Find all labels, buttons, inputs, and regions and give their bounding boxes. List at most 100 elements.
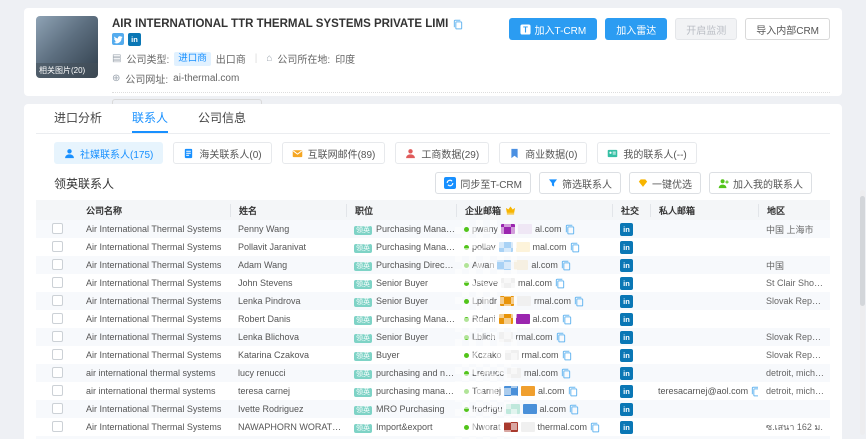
section-action-1[interactable]: 筛选联系人	[539, 172, 621, 194]
header-action-0[interactable]: T加入T-CRM	[509, 18, 598, 40]
company-thumbnail[interactable]: 相关图片(20)	[36, 16, 98, 78]
filter-label: 工商数据(29)	[421, 146, 479, 161]
scrollbar-thumb[interactable]	[860, 196, 865, 306]
linkedin-icon[interactable]: in	[620, 367, 633, 380]
position-cell: 领英Purchasing Director, China	[346, 260, 456, 271]
linkedin-icon[interactable]: in	[620, 403, 633, 416]
header-label: 职位	[355, 204, 373, 217]
email-suffix: al.com	[535, 224, 562, 234]
contacts-card: 进口分析 联系人 公司信息 社媒联系人(175) 海关联系人(0) 互联网邮件(89) 工…	[24, 104, 842, 439]
importer-badge: 进口商	[174, 52, 211, 66]
twitter-icon	[112, 33, 124, 45]
linkedin-icon[interactable]: in	[128, 33, 141, 46]
online-dot	[464, 335, 469, 340]
copy-icon[interactable]	[590, 422, 600, 433]
copy-icon[interactable]	[568, 386, 578, 397]
copy-icon	[569, 404, 579, 415]
linkedin-icon[interactable]: in	[620, 259, 633, 272]
copy-icon	[570, 242, 580, 253]
online-dot	[464, 407, 469, 412]
contact-filter-2[interactable]: 互联网邮件(89)	[282, 142, 386, 164]
copy-icon[interactable]	[453, 19, 463, 30]
linkedin-tag: 领英	[354, 424, 372, 433]
section-action-2[interactable]: 一键优选	[629, 172, 701, 194]
row-checkbox[interactable]	[52, 277, 63, 288]
column-header-5: 私人邮箱	[650, 204, 758, 217]
contact-filter-0[interactable]: 社媒联系人(175)	[54, 142, 163, 164]
linkedin-icon[interactable]: in	[620, 277, 633, 290]
row-checkbox[interactable]	[52, 367, 63, 378]
email-cell: Nworatthermal.com	[456, 422, 612, 433]
row-checkbox[interactable]	[52, 349, 63, 360]
row-checkbox[interactable]	[52, 421, 63, 432]
linkedin-tag: 领英	[354, 244, 372, 253]
copy-icon[interactable]	[561, 260, 571, 271]
linkedin-icon[interactable]: in	[620, 331, 633, 344]
table-row: Air International Thermal SystemsKatarin…	[36, 346, 830, 364]
email-mask	[499, 332, 513, 342]
copy-icon[interactable]	[562, 314, 572, 325]
tab-1[interactable]: 联系人	[132, 104, 168, 133]
private-email-cell: teresacarnej@aol.com	[650, 386, 758, 397]
header-action-3[interactable]: 导入内部CRM	[745, 18, 830, 40]
copy-icon[interactable]	[751, 386, 758, 397]
contact-card-icon	[607, 148, 618, 159]
position-cell: 领英purchasing manager	[346, 386, 456, 397]
checkbox-cell	[36, 349, 78, 362]
company-cell: Air International Thermal Systems	[78, 260, 230, 270]
copy-icon[interactable]	[556, 332, 566, 343]
copy-icon[interactable]	[574, 296, 584, 307]
linkedin-icon[interactable]: in	[620, 385, 633, 398]
email-mask	[505, 350, 519, 360]
copy-icon[interactable]	[562, 350, 572, 361]
linkedin-icon[interactable]: in	[620, 241, 633, 254]
contact-filter-1[interactable]: 海关联系人(0)	[173, 142, 271, 164]
row-checkbox[interactable]	[52, 295, 63, 306]
copy-icon[interactable]	[570, 242, 580, 253]
linkedin-icon[interactable]: in	[620, 295, 633, 308]
email-prefix: Lblich	[472, 332, 496, 342]
filter-label: 互联网邮件(89)	[308, 146, 376, 161]
linkedin-tag: 领英	[354, 406, 372, 415]
section-action-3[interactable]: 加入我的联系人	[709, 172, 812, 194]
linkedin-icon[interactable]: in	[620, 223, 633, 236]
linkedin-icon[interactable]: in	[620, 421, 633, 434]
row-checkbox[interactable]	[52, 403, 63, 414]
company-cell: Air International Thermal Systems	[78, 278, 230, 288]
contact-filter-3[interactable]: 工商数据(29)	[395, 142, 489, 164]
copy-icon[interactable]	[561, 368, 571, 379]
row-checkbox[interactable]	[52, 331, 63, 342]
checkbox-cell	[36, 367, 78, 380]
section-action-0[interactable]: 同步至T-CRM	[435, 172, 531, 194]
position-cell: 领英Import&export	[346, 422, 456, 433]
header-action-1[interactable]: 加入雷达	[605, 18, 667, 40]
email-mask	[504, 422, 518, 432]
header-action-2[interactable]: 开启监测	[675, 18, 737, 40]
company-cell: Air International Thermal Systems	[78, 224, 230, 234]
copy-icon[interactable]	[555, 278, 565, 289]
row-checkbox[interactable]	[52, 385, 63, 396]
online-dot	[464, 425, 469, 430]
position-cell: 领英Buyer	[346, 350, 456, 361]
linkedin-tag: 领英	[354, 388, 372, 397]
row-checkbox[interactable]	[52, 241, 63, 252]
copy-icon[interactable]	[569, 404, 579, 415]
linkedin-icon[interactable]: in	[620, 313, 633, 326]
social-cell: in	[612, 403, 650, 416]
email-cell: Rdanial.com	[456, 314, 612, 325]
tcrm-icon: T	[520, 24, 531, 35]
row-checkbox[interactable]	[52, 259, 63, 270]
tab-2[interactable]: 公司信息	[198, 104, 246, 133]
row-checkbox[interactable]	[52, 223, 63, 234]
copy-icon[interactable]	[565, 224, 575, 235]
contact-filter-4[interactable]: 商业数据(0)	[499, 142, 587, 164]
row-checkbox[interactable]	[52, 313, 63, 324]
column-header-4: 社交	[612, 204, 650, 217]
contact-filter-5[interactable]: 我的联系人(--)	[597, 142, 696, 164]
image-count-label: 相关图片(20)	[36, 63, 98, 78]
tab-0[interactable]: 进口分析	[54, 104, 102, 133]
email-mask	[523, 404, 537, 414]
column-header-2: 职位	[346, 204, 456, 217]
email-mask	[521, 386, 535, 396]
linkedin-icon[interactable]: in	[620, 349, 633, 362]
